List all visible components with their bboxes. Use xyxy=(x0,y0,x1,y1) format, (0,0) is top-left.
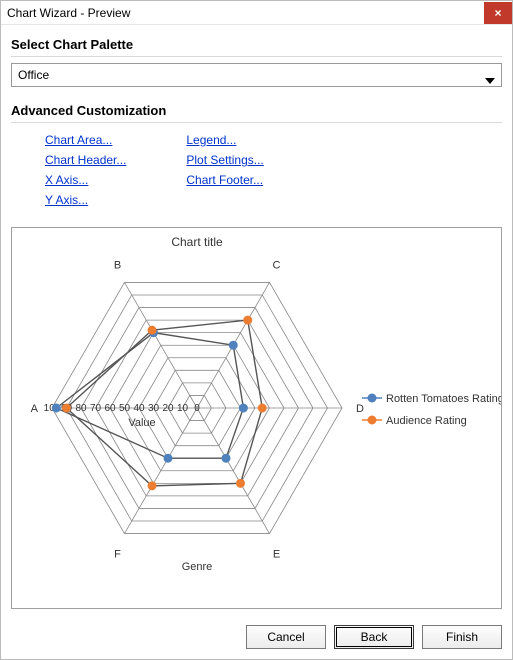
chart-preview-panel: 0102030405060708090100ABCDEFChart titleG… xyxy=(11,227,502,609)
palette-heading: Select Chart Palette xyxy=(11,35,502,57)
chart-wizard-window: Chart Wizard - Preview × Select Chart Pa… xyxy=(0,0,513,660)
series-marker xyxy=(148,326,157,335)
chart-title: Chart title xyxy=(171,235,223,249)
advanced-links-left: Chart Area... Chart Header... X Axis... … xyxy=(45,133,126,207)
svg-text:40: 40 xyxy=(133,403,145,414)
svg-text:60: 60 xyxy=(104,403,116,414)
palette-selected-value: Office xyxy=(18,68,49,82)
svg-text:0: 0 xyxy=(194,403,200,414)
cancel-button[interactable]: Cancel xyxy=(246,625,326,649)
series-marker xyxy=(52,404,61,413)
series-marker xyxy=(258,404,267,413)
series-marker xyxy=(148,481,157,490)
advanced-links: Chart Area... Chart Header... X Axis... … xyxy=(11,129,502,213)
series-marker xyxy=(164,454,173,463)
link-x-axis[interactable]: X Axis... xyxy=(45,173,126,187)
link-chart-header[interactable]: Chart Header... xyxy=(45,153,126,167)
svg-text:50: 50 xyxy=(119,403,131,414)
axis-label-value: Value xyxy=(128,417,155,429)
svg-text:30: 30 xyxy=(148,403,160,414)
titlebar: Chart Wizard - Preview × xyxy=(1,1,512,25)
palette-select[interactable]: Office xyxy=(11,63,502,87)
svg-text:70: 70 xyxy=(90,403,102,414)
series-marker xyxy=(229,341,238,350)
axis-category-label: D xyxy=(356,403,364,415)
chevron-down-icon xyxy=(481,66,499,84)
svg-text:10: 10 xyxy=(177,403,189,414)
series-marker xyxy=(236,479,245,488)
advanced-heading: Advanced Customization xyxy=(11,101,502,123)
axis-category-label: C xyxy=(273,259,281,271)
close-icon: × xyxy=(494,6,501,20)
svg-text:20: 20 xyxy=(162,403,174,414)
back-button[interactable]: Back xyxy=(334,625,414,649)
legend-label: Rotten Tomatoes Rating xyxy=(386,393,501,405)
axis-category-label: F xyxy=(114,549,121,561)
content-area: Select Chart Palette Office Advanced Cus… xyxy=(1,25,512,615)
radar-chart: 0102030405060708090100ABCDEFChart titleG… xyxy=(12,228,501,578)
window-title: Chart Wizard - Preview xyxy=(7,6,130,20)
series-marker xyxy=(239,404,248,413)
axis-category-label: E xyxy=(273,549,280,561)
finish-button[interactable]: Finish xyxy=(422,625,502,649)
legend-label: Audience Rating xyxy=(386,415,467,427)
series-marker xyxy=(62,404,71,413)
link-legend[interactable]: Legend... xyxy=(186,133,263,147)
axis-category-label: B xyxy=(114,259,121,271)
axis-category-label: A xyxy=(31,403,39,415)
close-button[interactable]: × xyxy=(484,2,512,24)
series-marker xyxy=(222,454,231,463)
axis-label-genre: Genre xyxy=(182,561,213,573)
link-chart-area[interactable]: Chart Area... xyxy=(45,133,126,147)
svg-text:80: 80 xyxy=(75,403,87,414)
link-plot-settings[interactable]: Plot Settings... xyxy=(186,153,263,167)
link-chart-footer[interactable]: Chart Footer... xyxy=(186,173,263,187)
series-marker xyxy=(243,316,252,325)
link-y-axis[interactable]: Y Axis... xyxy=(45,193,126,207)
advanced-links-right: Legend... Plot Settings... Chart Footer.… xyxy=(186,133,263,207)
footer-buttons: Cancel Back Finish xyxy=(1,615,512,659)
